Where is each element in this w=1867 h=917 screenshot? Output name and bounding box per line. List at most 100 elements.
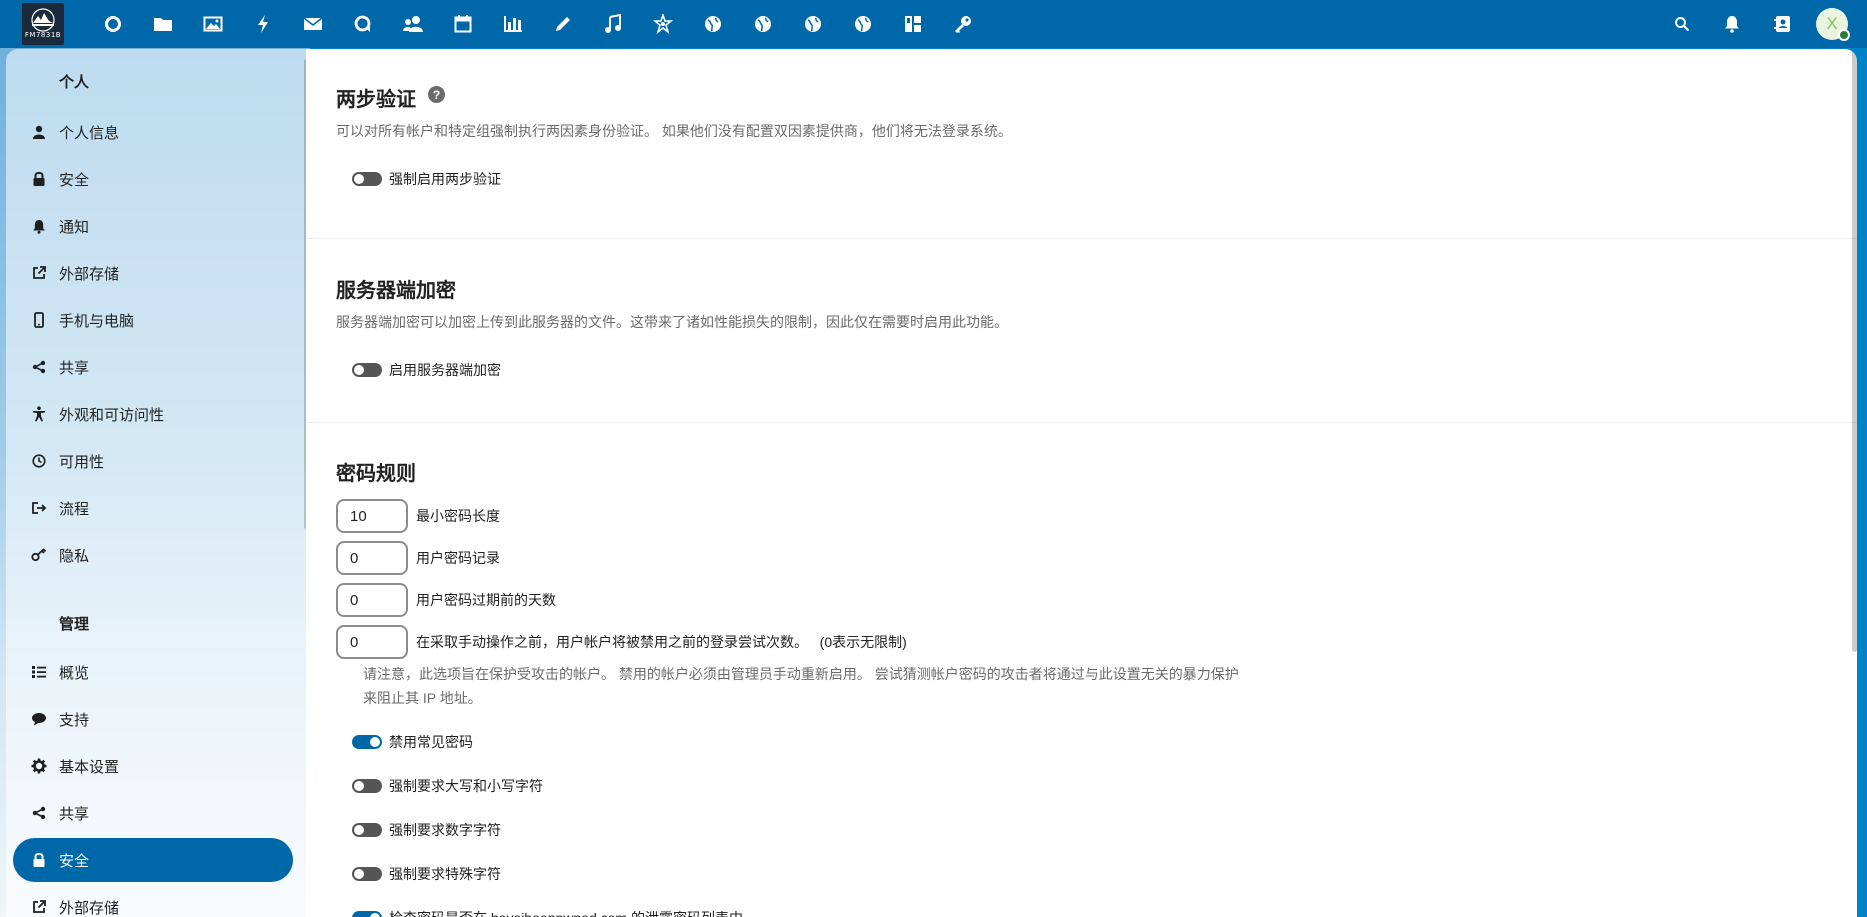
main-content: 两步验证 ? 可以对所有帐户和特定组强制执行两因素身份验证。 如果他们没有配置双… bbox=[306, 49, 1857, 917]
external-site-1-icon[interactable] bbox=[701, 12, 725, 36]
nav-item-label: 可用性 bbox=[59, 453, 105, 471]
personal-nav-item[interactable]: 隐私 bbox=[13, 533, 293, 577]
nav-item-label: 支持 bbox=[59, 711, 90, 729]
help-icon[interactable]: ? bbox=[428, 86, 445, 103]
key-icon bbox=[29, 545, 49, 565]
admin-nav-item[interactable]: 概览 bbox=[13, 650, 293, 694]
password-policy-toggle[interactable]: 强制要求数字字符 bbox=[352, 820, 501, 840]
top-bar: FM7831B X bbox=[0, 0, 1867, 48]
photos-icon[interactable] bbox=[201, 12, 225, 36]
toggle-label: 检查密码是否在 haveibeenpwned.com 的泄露密码列表中 bbox=[389, 908, 743, 917]
admin-nav-item[interactable]: 共享 bbox=[13, 791, 293, 835]
files-icon[interactable] bbox=[151, 12, 175, 36]
admin-nav-item[interactable]: 支持 bbox=[13, 697, 293, 741]
toggle-switch[interactable] bbox=[352, 735, 382, 749]
nav-item-label: 流程 bbox=[59, 500, 90, 518]
music-icon[interactable] bbox=[601, 12, 625, 36]
personal-nav-item[interactable]: 可用性 bbox=[13, 439, 293, 483]
personal-nav-item[interactable]: 流程 bbox=[13, 486, 293, 530]
passwords-icon[interactable] bbox=[951, 12, 975, 36]
field-label: 最小密码长度 bbox=[416, 508, 500, 524]
talk-icon[interactable] bbox=[351, 12, 375, 36]
admin-nav-item[interactable]: 基本设置 bbox=[13, 744, 293, 788]
notes-icon[interactable] bbox=[551, 12, 575, 36]
password-policy-field: 用户密码过期前的天数 bbox=[336, 583, 556, 617]
field-label: 用户密码过期前的天数 bbox=[416, 592, 556, 608]
toggle-label: 强制要求数字字符 bbox=[389, 822, 501, 838]
flow-icon bbox=[29, 498, 49, 518]
number-input[interactable] bbox=[336, 625, 408, 659]
number-input[interactable] bbox=[336, 541, 408, 575]
notifications-bell-icon[interactable] bbox=[1720, 12, 1744, 36]
toggle-label: 强制要求大写和小写字符 bbox=[389, 778, 543, 794]
section-divider bbox=[306, 238, 1857, 239]
main-scrollbar[interactable] bbox=[1852, 49, 1857, 652]
phone-icon bbox=[29, 310, 49, 330]
accessibility-icon bbox=[29, 404, 49, 424]
toggle-switch[interactable] bbox=[352, 911, 382, 917]
status-online-icon bbox=[1838, 29, 1850, 41]
calendar-icon[interactable] bbox=[451, 12, 475, 36]
admin-nav-item[interactable]: 外部存储 bbox=[13, 885, 293, 917]
password-policy-toggle[interactable]: 禁用常见密码 bbox=[352, 732, 473, 752]
contacts-menu-icon[interactable] bbox=[1771, 12, 1795, 36]
nav-item-label: 外部存储 bbox=[59, 265, 120, 283]
toggle-switch[interactable] bbox=[352, 363, 382, 377]
deck-icon[interactable] bbox=[901, 12, 925, 36]
personal-section-title: 个人 bbox=[59, 74, 90, 91]
personal-nav-item[interactable]: 个人信息 bbox=[13, 110, 293, 154]
avatar-letter: X bbox=[1826, 14, 1838, 33]
external-site-3-icon[interactable] bbox=[801, 12, 825, 36]
lock-icon bbox=[29, 169, 49, 189]
external-site-4-icon[interactable] bbox=[851, 12, 875, 36]
search-icon[interactable] bbox=[1670, 12, 1694, 36]
dashboard-icon[interactable] bbox=[101, 12, 125, 36]
nav-item-label: 个人信息 bbox=[59, 124, 120, 142]
bell-icon bbox=[29, 216, 49, 236]
personal-nav-item[interactable]: 安全 bbox=[13, 157, 293, 201]
external-link-icon bbox=[29, 263, 49, 283]
number-input[interactable] bbox=[336, 583, 408, 617]
password-policy-title: 密码规则 bbox=[336, 463, 416, 485]
external-link-icon bbox=[29, 897, 49, 917]
external-site-2-icon[interactable] bbox=[751, 12, 775, 36]
password-policy-toggle[interactable]: 强制要求大写和小写字符 bbox=[352, 776, 543, 796]
list-icon bbox=[29, 662, 49, 682]
personal-nav-item[interactable]: 外部存储 bbox=[13, 251, 293, 295]
cospend-icon[interactable] bbox=[651, 12, 675, 36]
section-divider bbox=[306, 422, 1857, 423]
share-icon bbox=[29, 803, 49, 823]
two-factor-description: 可以对所有帐户和特定组强制执行两因素身份验证。 如果他们没有配置双因素提供商，他… bbox=[336, 123, 1012, 139]
two-factor-title: 两步验证 bbox=[336, 89, 416, 111]
logo-text: FM7831B bbox=[24, 31, 62, 39]
nav-item-label: 外观和可访问性 bbox=[59, 406, 165, 424]
toggle-switch[interactable] bbox=[352, 867, 382, 881]
enforce-two-factor-toggle[interactable]: 强制启用两步验证 bbox=[352, 169, 501, 189]
contacts-icon[interactable] bbox=[401, 12, 425, 36]
encryption-description: 服务器端加密可以加密上传到此服务器的文件。这带来了诸如性能损失的限制，因此仅在需… bbox=[336, 314, 1008, 330]
activity-icon[interactable] bbox=[251, 12, 275, 36]
logo[interactable]: FM7831B bbox=[22, 3, 64, 45]
toggle-switch[interactable] bbox=[352, 779, 382, 793]
nav-item-label: 共享 bbox=[59, 359, 90, 377]
nav-item-label: 外部存储 bbox=[59, 899, 120, 917]
password-policy-toggle[interactable]: 检查密码是否在 haveibeenpwned.com 的泄露密码列表中 bbox=[352, 908, 743, 917]
admin-nav-item[interactable]: 安全 bbox=[13, 838, 293, 882]
personal-nav-item[interactable]: 外观和可访问性 bbox=[13, 392, 293, 436]
password-policy-toggle[interactable]: 强制要求特殊字符 bbox=[352, 864, 501, 884]
toggle-switch[interactable] bbox=[352, 172, 382, 186]
enable-encryption-toggle[interactable]: 启用服务器端加密 bbox=[352, 360, 501, 380]
nav-item-label: 安全 bbox=[59, 852, 90, 870]
number-input[interactable] bbox=[336, 499, 408, 533]
nav-item-label: 概览 bbox=[59, 664, 90, 682]
personal-nav-item[interactable]: 共享 bbox=[13, 345, 293, 389]
nav-item-label: 通知 bbox=[59, 218, 90, 236]
mail-icon[interactable] bbox=[301, 12, 325, 36]
nav-item-label: 手机与电脑 bbox=[59, 312, 135, 330]
lockout-note: 请注意，此选项旨在保护受攻击的帐户。 禁用的帐户必须由管理员手动重新启用。 尝试… bbox=[363, 666, 1239, 706]
personal-nav-item[interactable]: 通知 bbox=[13, 204, 293, 248]
analytics-icon[interactable] bbox=[501, 12, 525, 36]
toggle-switch[interactable] bbox=[352, 823, 382, 837]
lock-icon bbox=[29, 850, 49, 870]
personal-nav-item[interactable]: 手机与电脑 bbox=[13, 298, 293, 342]
